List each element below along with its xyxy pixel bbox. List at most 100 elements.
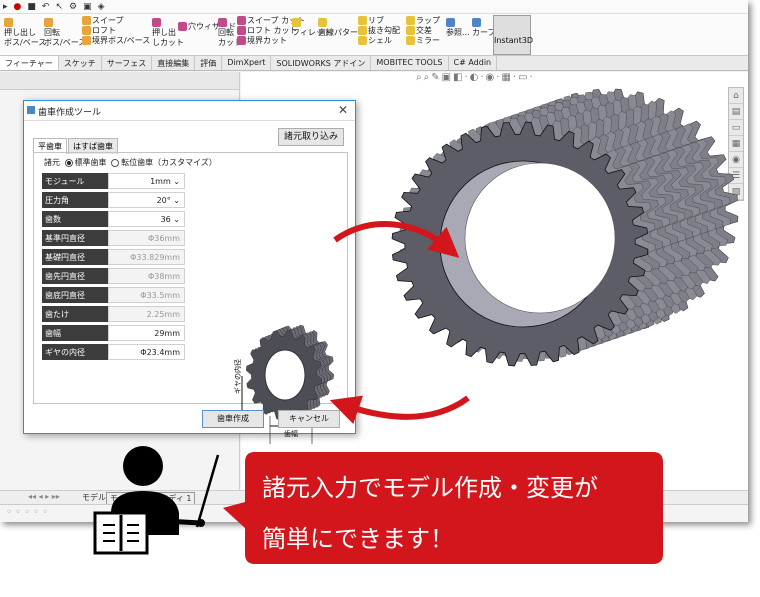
- stop-icon[interactable]: ■: [27, 2, 36, 12]
- reference-geometry-button[interactable]: 参照...: [446, 18, 470, 38]
- ribbon-label: 押し出し: [4, 28, 36, 37]
- radio-standard[interactable]: [64, 158, 73, 167]
- menu-arrow-icon[interactable]: ▸: [3, 2, 8, 12]
- close-icon[interactable]: ✕: [338, 103, 348, 117]
- ribbon-label: ロフト: [92, 26, 116, 35]
- tab-sketch[interactable]: スケッチ: [59, 56, 102, 70]
- param-label: 歯たけ: [42, 306, 108, 322]
- width-label: 歯幅: [284, 429, 298, 438]
- param-select[interactable]: 1mm ⌄: [108, 173, 185, 189]
- chevron-down-icon[interactable]: ⌄: [171, 196, 180, 205]
- undo-icon[interactable]: ↶: [42, 2, 50, 12]
- ribbon-label: 境界カット: [247, 36, 287, 45]
- param-label: 歯幅: [42, 325, 108, 341]
- param-row: 圧力角 20° ⌄: [42, 192, 185, 208]
- ribbon-label: 回転: [218, 28, 234, 37]
- instant3d-button[interactable]: Instant3D: [493, 15, 533, 55]
- param-row: モジュール 1mm ⌄: [42, 173, 185, 189]
- param-label: ギヤの内径: [42, 344, 108, 360]
- callout-line-1: 諸元入力でモデル作成・変更が: [262, 474, 598, 502]
- rebuild-icon[interactable]: ⚙: [69, 2, 77, 12]
- param-select[interactable]: 36 ⌄: [108, 211, 185, 227]
- nav-arrows[interactable]: ◂◂ ◂ ▸ ▸▸: [28, 492, 60, 501]
- param-value: 20°: [156, 196, 171, 205]
- select-icon[interactable]: ↖: [55, 2, 63, 12]
- ribbon-label: 交差: [416, 26, 432, 35]
- dialog-titlebar: 歯車作成ツール ✕: [24, 101, 355, 121]
- radio-standard-label: 標準歯車: [74, 158, 107, 167]
- tab-evaluate[interactable]: 評価: [195, 56, 223, 70]
- param-row: ギヤの内径 Φ23.4mm: [42, 344, 185, 360]
- param-label: 圧力角: [42, 192, 108, 208]
- param-field[interactable]: 29mm: [108, 325, 185, 341]
- panel-toolbar: [0, 72, 239, 90]
- load-spec-button[interactable]: 諸元取り込み: [278, 128, 344, 146]
- gear-preview-image: ギヤの内径 歯幅: [233, 324, 335, 444]
- gear-tool-dialog: 歯車作成ツール ✕ 諸元取り込み 平歯車 はすば歯車 諸元 標準歯車 転位歯車（…: [23, 100, 356, 444]
- curves-button[interactable]: カーブ: [472, 18, 496, 38]
- record-icon[interactable]: ●: [14, 2, 22, 12]
- dialog-title: 歯車作成ツール: [38, 108, 102, 118]
- tab-features[interactable]: フィーチャー: [0, 56, 59, 70]
- command-manager: 押し出し ボス/ベース 回転 ボス/ベース スイープ ロフト 境界ボス/ベース 押し出し…: [0, 14, 748, 56]
- ribbon-label: ボス/ベース: [44, 38, 87, 47]
- chevron-down-icon[interactable]: ⌄: [171, 177, 180, 186]
- arm-shape: [164, 518, 202, 526]
- param-label: 歯数: [42, 211, 108, 227]
- ribbon-label: 境界ボス/ベース: [92, 36, 151, 45]
- param-field: Φ33.5mm: [108, 287, 185, 303]
- options-icon[interactable]: ▣: [83, 2, 92, 12]
- param-row: 歯幅 29mm: [42, 325, 185, 341]
- spec-panel: 諸元 標準歯車 転位歯車（カスタマイズ） モジュール 1mm ⌄ 圧力角 20° ⌄ 歯…: [33, 152, 348, 444]
- param-label: 歯底円直径: [42, 287, 108, 303]
- command-tabs: フィーチャー スケッチ サーフェス 直接編集 評価 DimXpert SOLID…: [0, 56, 748, 71]
- param-value: Φ33.5mm: [140, 291, 180, 300]
- ribbon-label: 回転: [44, 28, 60, 37]
- radio-shifted[interactable]: [111, 158, 120, 167]
- tab-csharp-addin[interactable]: C# Addin: [449, 56, 498, 70]
- preview-gear: [245, 324, 335, 420]
- heads-up-toolbar[interactable]: ⌕⌕✎▣◧·◐·◉·▦·▭·: [416, 72, 535, 83]
- extrude-boss-button[interactable]: 押し出し ボス/ベース: [4, 18, 46, 48]
- param-value: Φ36mm: [147, 234, 180, 243]
- ribbon-label: シェル: [368, 36, 392, 45]
- param-row: 歯たけ 2.25mm: [42, 306, 185, 322]
- revolve-boss-button[interactable]: 回転 ボス/ベース: [44, 18, 86, 48]
- rib-draft-shell-group[interactable]: リブ 抜き勾配 シェル: [358, 16, 400, 46]
- display-icon[interactable]: ◈: [98, 2, 105, 12]
- ribbon-label: 押し出: [152, 28, 176, 37]
- param-value: Φ33.829mm: [130, 253, 180, 262]
- param-label: 基準円直径: [42, 230, 108, 246]
- tab-surfaces[interactable]: サーフェス: [102, 56, 153, 70]
- param-label: 歯先円直径: [42, 268, 108, 284]
- param-field: 2.25mm: [108, 306, 185, 322]
- quick-access-toolbar: ▸ ● ■ ↶ ↖ ⚙ ▣ ◈: [0, 0, 748, 14]
- tab-mobitec-tools[interactable]: MOBITEC TOOLS: [371, 56, 449, 70]
- pointer-stick: [195, 454, 220, 528]
- cancel-button[interactable]: キャンセル: [278, 410, 340, 428]
- param-select[interactable]: 20° ⌄: [108, 192, 185, 208]
- create-gear-button[interactable]: 歯車作成: [202, 410, 264, 428]
- param-label: 基礎円直径: [42, 249, 108, 265]
- ribbon-label: 参照...: [446, 28, 470, 37]
- gear-3d-model: [391, 88, 739, 367]
- ribbon-label: ラップ: [416, 16, 440, 25]
- param-field[interactable]: Φ23.4mm: [108, 344, 185, 360]
- param-field: Φ36mm: [108, 230, 185, 246]
- ribbon-label: スイープ: [92, 16, 124, 25]
- wrap-intersect-mirror-group[interactable]: ラップ 交差 ミラー: [406, 16, 440, 46]
- app-icon: [27, 106, 35, 114]
- gear-front-face: [391, 121, 649, 367]
- param-value: Φ38mm: [147, 272, 180, 281]
- ribbon-label: リブ: [368, 16, 384, 25]
- tab-dimxpert[interactable]: DimXpert: [222, 56, 272, 70]
- presenter-icon: [93, 446, 220, 555]
- sweep-loft-group[interactable]: スイープ ロフト 境界ボス/ベース: [82, 16, 150, 46]
- param-field: Φ33.829mm: [108, 249, 185, 265]
- tab-addins[interactable]: SOLIDWORKS アドイン: [271, 56, 372, 70]
- param-row: 歯数 36 ⌄: [42, 211, 185, 227]
- chevron-down-icon[interactable]: ⌄: [171, 215, 180, 224]
- param-value: 2.25mm: [146, 310, 180, 319]
- tab-direct-editing[interactable]: 直接編集: [152, 56, 196, 70]
- gear-kind-radio-group: 諸元 標準歯車 転位歯車（カスタマイズ）: [44, 157, 217, 168]
